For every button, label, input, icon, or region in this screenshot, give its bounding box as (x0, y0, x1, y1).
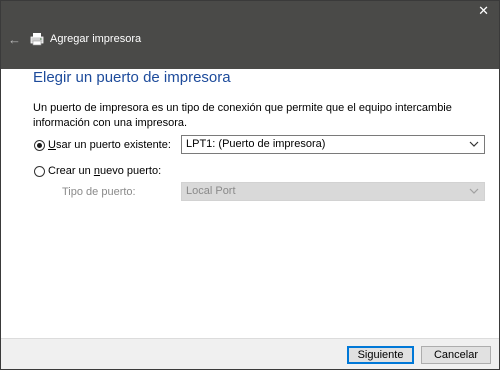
use-existing-port-accesskey: U (48, 139, 56, 151)
title-bar: ✕ ← Agregar impresora (1, 1, 499, 69)
create-new-port-radio[interactable] (34, 166, 45, 177)
chevron-down-icon (469, 188, 479, 194)
create-new-port-label[interactable]: Crear un nuevo puerto: (48, 165, 161, 178)
window-title: Agregar impresora (50, 33, 142, 45)
close-icon[interactable]: ✕ (478, 4, 489, 17)
existing-port-value: LPT1: (Puerto de impresora) (186, 138, 326, 150)
port-type-value: Local Port (186, 185, 236, 197)
existing-port-dropdown[interactable]: LPT1: (Puerto de impresora) (181, 135, 485, 154)
add-printer-window: ✕ ← Agregar impresora Elegir un puerto d… (0, 0, 500, 370)
create-new-port-label-rest: uevo puerto: (99, 165, 162, 177)
description-text: Un puerto de impresora es un tipo de con… (33, 102, 452, 129)
use-existing-port-label[interactable]: Usar un puerto existente: (48, 139, 171, 152)
cancel-button[interactable]: Cancelar (421, 346, 491, 364)
page-heading: Elegir un puerto de impresora (33, 69, 231, 86)
port-type-label: Tipo de puerto: (62, 186, 136, 198)
next-button[interactable]: Siguiente (347, 346, 414, 364)
chevron-down-icon (469, 141, 479, 147)
back-arrow-icon[interactable]: ← (8, 33, 21, 46)
port-type-dropdown: Local Port (181, 182, 485, 201)
printer-icon (30, 33, 44, 46)
create-new-port-label-pre: Crear un (48, 165, 94, 177)
use-existing-port-radio[interactable] (34, 140, 45, 151)
use-existing-port-label-text: sar un puerto existente: (55, 139, 171, 151)
